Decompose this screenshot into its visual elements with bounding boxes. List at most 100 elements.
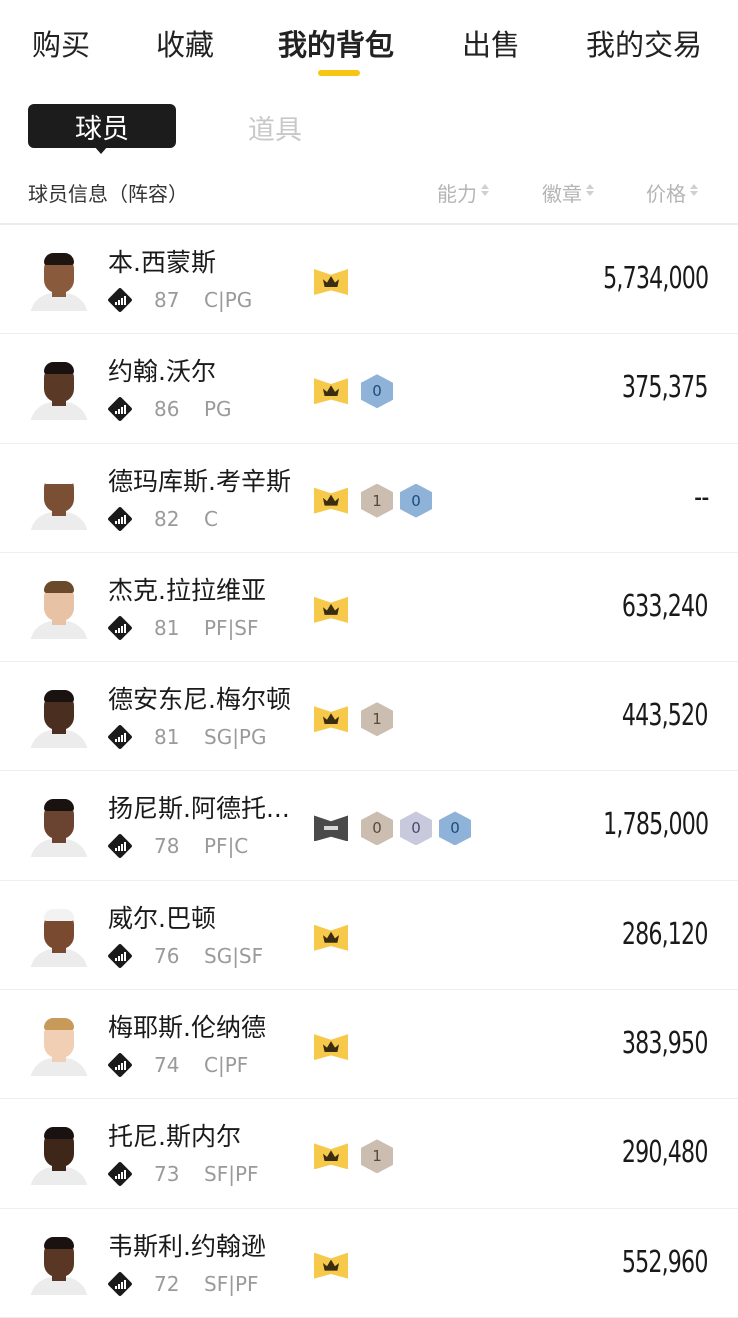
rating-icon	[107, 287, 133, 313]
player-meta: 87 C|PG	[107, 287, 253, 313]
player-avatar	[28, 1014, 90, 1077]
player-badges: 0	[314, 374, 393, 409]
player-name: 德玛库斯.考辛斯	[108, 466, 291, 496]
player-meta: 82 C	[107, 505, 218, 532]
crown-badge-icon	[314, 596, 348, 623]
rating-icon	[107, 1270, 133, 1297]
rating-icon	[107, 615, 133, 641]
player-position: SG|SF	[204, 943, 264, 968]
segment-items[interactable]: 道具	[248, 108, 302, 147]
player-name: 托尼.斯内尔	[108, 1122, 241, 1152]
player-row[interactable]: 德玛库斯.考辛斯 82 C 1 0 --	[0, 444, 738, 553]
avatar-hair	[44, 253, 74, 265]
player-row[interactable]: 德安东尼.梅尔顿 81 SG|PG 1 443,520	[0, 662, 738, 772]
crown-badge-icon	[314, 924, 348, 951]
sort-arrows-icon	[690, 184, 698, 198]
player-list: 本.西蒙斯 87 C|PG 5,734,000 约翰.沃尔 86 PG 0 375,375 德玛库…	[0, 225, 738, 1318]
player-position: SG|PG	[204, 725, 267, 750]
top-tab-bar: 购买 收藏 我的背包 出售 我的交易	[0, 0, 738, 88]
avatar-hair	[44, 580, 74, 593]
column-player-info: 球员信息（阵容）	[28, 182, 188, 206]
avatar-hair	[44, 799, 74, 812]
player-name: 杰克.拉拉维亚	[108, 575, 266, 605]
player-name: 约翰.沃尔	[108, 357, 216, 387]
player-price: 383,950	[622, 1026, 709, 1062]
player-row[interactable]: 托尼.斯内尔 73 SF|PF 1 290,480	[0, 1099, 738, 1209]
player-avatar	[28, 1123, 90, 1186]
player-row[interactable]: 杰克.拉拉维亚 81 PF|SF 633,240	[0, 553, 738, 663]
player-rating: 86	[154, 397, 180, 422]
player-name: 本.西蒙斯	[108, 248, 216, 277]
player-row[interactable]: 威尔.巴顿 76 SG|SF 286,120	[0, 881, 738, 991]
empty-slot-icon	[314, 815, 348, 842]
player-avatar	[28, 358, 90, 421]
hexagon-badge-icon: 0	[400, 811, 432, 846]
hexagon-badge-icon: 0	[361, 811, 393, 846]
player-meta: 76 SG|SF	[107, 943, 264, 969]
player-badges	[314, 1032, 354, 1062]
tab-sell[interactable]: 出售	[462, 22, 520, 64]
rating-icon	[107, 1052, 133, 1078]
player-name: 德安东尼.梅尔顿	[108, 685, 291, 715]
player-rating: 87	[154, 288, 180, 312]
player-badges: 10	[314, 483, 432, 518]
player-rating: 82	[154, 506, 180, 531]
tab-my-backpack[interactable]: 我的背包	[278, 22, 394, 64]
hexagon-badge-icon: 1	[361, 1139, 393, 1174]
tab-my-trades[interactable]: 我的交易	[586, 22, 702, 64]
player-badges: 000	[314, 811, 471, 846]
player-price: 552,960	[622, 1244, 709, 1280]
hexagon-badge-icon: 1	[361, 702, 393, 737]
rating-icon	[107, 396, 133, 423]
crown-badge-icon	[314, 1252, 348, 1279]
player-price: --	[693, 479, 709, 515]
crown-badge-icon	[314, 487, 348, 514]
sort-ability[interactable]: 能力	[437, 178, 489, 207]
player-row[interactable]: 本.西蒙斯 87 C|PG 5,734,000	[0, 225, 738, 335]
tab-favorites[interactable]: 收藏	[156, 22, 214, 64]
player-rating: 72	[154, 1271, 180, 1296]
player-price: 1,785,000	[602, 807, 709, 843]
player-price: 443,520	[622, 698, 709, 734]
avatar-hair	[44, 908, 74, 921]
player-price: 286,120	[622, 916, 709, 952]
player-badges	[314, 1251, 354, 1281]
player-row[interactable]: 约翰.沃尔 86 PG 0 375,375	[0, 334, 738, 444]
avatar-hair	[44, 362, 74, 375]
player-row[interactable]: 韦斯利.约翰逊 72 SF|PF 552,960	[0, 1209, 738, 1318]
player-badges: 1	[314, 1139, 393, 1174]
player-name: 扬尼斯.阿德托...	[108, 794, 290, 824]
sort-price-label: 价格	[646, 182, 686, 206]
crown-badge-icon	[314, 1143, 348, 1170]
player-position: PF|SF	[204, 615, 259, 640]
sort-price[interactable]: 价格	[646, 178, 698, 207]
rating-icon	[107, 724, 133, 750]
avatar-hair	[44, 1127, 74, 1140]
sort-badge[interactable]: 徽章	[542, 178, 594, 207]
player-row[interactable]: 扬尼斯.阿德托... 78 PF|C 0 0 0 1,785,000	[0, 771, 738, 881]
player-position: PF|C	[204, 834, 249, 859]
segment-players[interactable]: 球员	[28, 104, 176, 148]
player-avatar	[28, 1233, 90, 1295]
player-price: 375,375	[622, 370, 709, 406]
player-badges	[314, 923, 354, 953]
player-position: C|PG	[204, 288, 253, 312]
avatar-hair	[44, 690, 74, 703]
tab-buy[interactable]: 购买	[32, 22, 90, 64]
rating-icon	[107, 943, 133, 969]
player-position: SF|PF	[204, 1162, 259, 1187]
player-avatar	[28, 468, 90, 530]
crown-badge-icon	[314, 378, 348, 405]
hexagon-badge-icon: 1	[361, 483, 393, 518]
player-row[interactable]: 梅耶斯.伦纳德 74 C|PF 383,950	[0, 990, 738, 1100]
player-rating: 78	[154, 834, 180, 859]
rating-icon	[107, 1161, 133, 1188]
hexagon-badge-icon: 0	[439, 811, 471, 846]
rating-icon	[107, 505, 133, 532]
player-avatar	[28, 686, 90, 749]
crown-badge-icon	[314, 269, 348, 295]
player-name: 梅耶斯.伦纳德	[108, 1013, 266, 1043]
segment-pointer	[94, 146, 108, 154]
player-position: C	[204, 506, 218, 531]
player-rating: 74	[154, 1053, 180, 1078]
